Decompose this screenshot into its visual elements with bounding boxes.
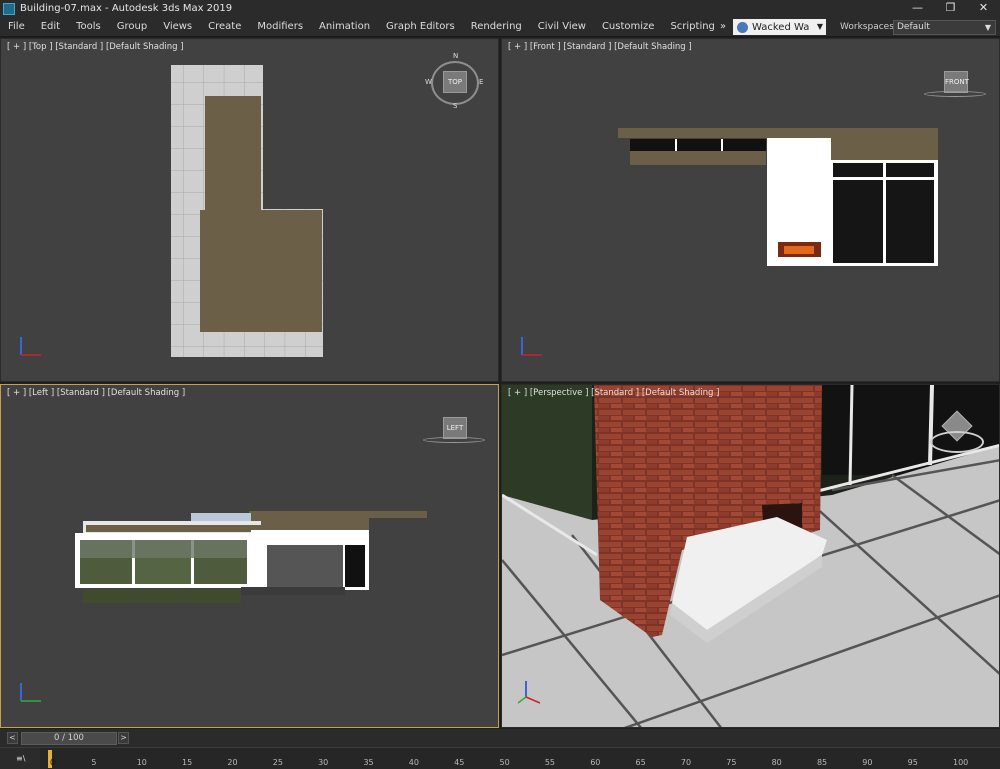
- axis-tripod-icon: [517, 681, 541, 704]
- ruler-tick-label: 25: [272, 758, 283, 767]
- track-bar[interactable]: ≡\ 0 5 10 15 20 25 30 35 40 45 50 55 60 65 70 75 80 85 90 9…: [0, 747, 1000, 769]
- user-name: Wacked Wa: [752, 21, 810, 33]
- ruler-tick-label: 85: [816, 758, 828, 767]
- menu-views[interactable]: Views: [155, 17, 200, 37]
- compass-s-label: S: [453, 102, 458, 110]
- viewport-perspective[interactable]: [ + ] [Perspective ] [Standard ] [Defaul…: [501, 384, 1000, 728]
- left-view-scene: [75, 511, 427, 603]
- title-bar: Building-07.max - Autodesk 3ds Max 2019 …: [0, 0, 1000, 17]
- ruler-tick-label: 30: [318, 758, 329, 767]
- ruler-tick-label: 100: [953, 758, 969, 767]
- ruler-tick-label: 55: [544, 758, 556, 767]
- compass-w-label: W: [425, 78, 432, 86]
- ruler-tick-label: 40: [408, 758, 419, 767]
- menu-group[interactable]: Group: [109, 17, 155, 37]
- building-wing: [205, 96, 261, 216]
- next-frame-button[interactable]: >: [118, 732, 129, 744]
- viewcube[interactable]: TOP: [443, 71, 467, 93]
- ruler-tick-label: 50: [499, 758, 510, 767]
- ruler-tick-label: 95: [907, 758, 918, 767]
- front-view-scene: [618, 128, 938, 266]
- chevron-down-icon: ▼: [984, 23, 991, 32]
- menu-animation[interactable]: Animation: [311, 17, 378, 37]
- compass-n-label: N: [453, 52, 459, 60]
- viewport-front[interactable]: [ + ] [Front ] [Standard ] [Default Shad…: [501, 38, 1000, 382]
- top-view-scene: [171, 65, 323, 357]
- viewport-top[interactable]: [ + ] [Top ] [Standard ] [Default Shadin…: [0, 38, 499, 382]
- ruler-tick-label: 65: [635, 758, 646, 767]
- track-bar-toggle[interactable]: ≡\: [0, 748, 40, 769]
- ruler-tick-label: 15: [182, 758, 193, 767]
- ruler-tick-label: 45: [454, 758, 465, 767]
- ruler-tick-label: 35: [363, 758, 374, 767]
- ruler-tick-label: 70: [680, 758, 692, 767]
- prev-frame-button[interactable]: <: [7, 732, 18, 744]
- viewcube-ring[interactable]: [423, 437, 485, 443]
- workspace-value: Default: [897, 22, 930, 32]
- menu-overflow-icon[interactable]: »: [720, 17, 726, 37]
- axis-tripod-icon: [20, 683, 41, 702]
- window-title: Building-07.max - Autodesk 3ds Max 2019: [20, 3, 233, 14]
- menu-customize[interactable]: Customize: [594, 17, 663, 37]
- menu-create[interactable]: Create: [200, 17, 249, 37]
- ruler-tick-label: 80: [771, 758, 782, 767]
- ruler-tick-label: 5: [91, 758, 97, 767]
- window-controls: — ❐ ✕: [901, 0, 1000, 17]
- time-slider[interactable]: 0 / 100: [21, 732, 117, 745]
- viewport-left[interactable]: [ + ] [Left ] [Standard ] [Default Shadi…: [0, 384, 499, 728]
- app-logo-icon: [3, 2, 15, 15]
- menu-modifiers[interactable]: Modifiers: [249, 17, 311, 37]
- ruler-tick-label: 0: [50, 758, 56, 767]
- ruler-tick-label: 10: [136, 758, 147, 767]
- menu-civil-view[interactable]: Civil View: [530, 17, 594, 37]
- user-account-dropdown[interactable]: Wacked Wa ▼: [733, 19, 826, 35]
- chevron-down-icon: ▼: [816, 22, 823, 31]
- menu-file[interactable]: File: [0, 17, 33, 37]
- viewcube-ring[interactable]: [930, 431, 984, 453]
- axis-tripod-icon: [20, 337, 41, 356]
- menu-tools[interactable]: Tools: [68, 17, 109, 37]
- ruler-tick-label: 90: [862, 758, 873, 767]
- menu-rendering[interactable]: Rendering: [463, 17, 530, 37]
- menu-edit[interactable]: Edit: [33, 17, 68, 37]
- ruler-tick-label: 20: [227, 758, 238, 767]
- ruler-tick-label: 75: [726, 758, 737, 767]
- workspaces-label: Workspaces:: [840, 22, 897, 32]
- viewcube-ring[interactable]: [924, 91, 986, 97]
- menu-scripting[interactable]: Scripting: [662, 17, 722, 37]
- perspective-scene: [502, 385, 999, 727]
- viewcube[interactable]: FRONT: [944, 71, 969, 93]
- building-main: [200, 210, 322, 332]
- viewport-label[interactable]: [ + ] [Perspective ] [Standard ] [Defaul…: [508, 388, 719, 398]
- workspace-select[interactable]: Default ▼: [893, 20, 996, 35]
- axis-tripod-icon: [521, 337, 542, 356]
- minimize-button[interactable]: —: [901, 0, 934, 17]
- user-avatar-icon: [737, 21, 748, 33]
- compass-e-label: E: [479, 78, 484, 86]
- viewcube[interactable]: LEFT: [443, 417, 467, 439]
- ruler-tick-label: 60: [590, 758, 601, 767]
- maximize-button[interactable]: ❐: [934, 0, 967, 17]
- time-slider-bar: < 0 / 100 >: [0, 729, 1000, 747]
- menu-graph-editors[interactable]: Graph Editors: [378, 17, 463, 37]
- close-button[interactable]: ✕: [967, 0, 1000, 17]
- menu-bar: File Edit Tools Group Views Create Modif…: [0, 17, 1000, 37]
